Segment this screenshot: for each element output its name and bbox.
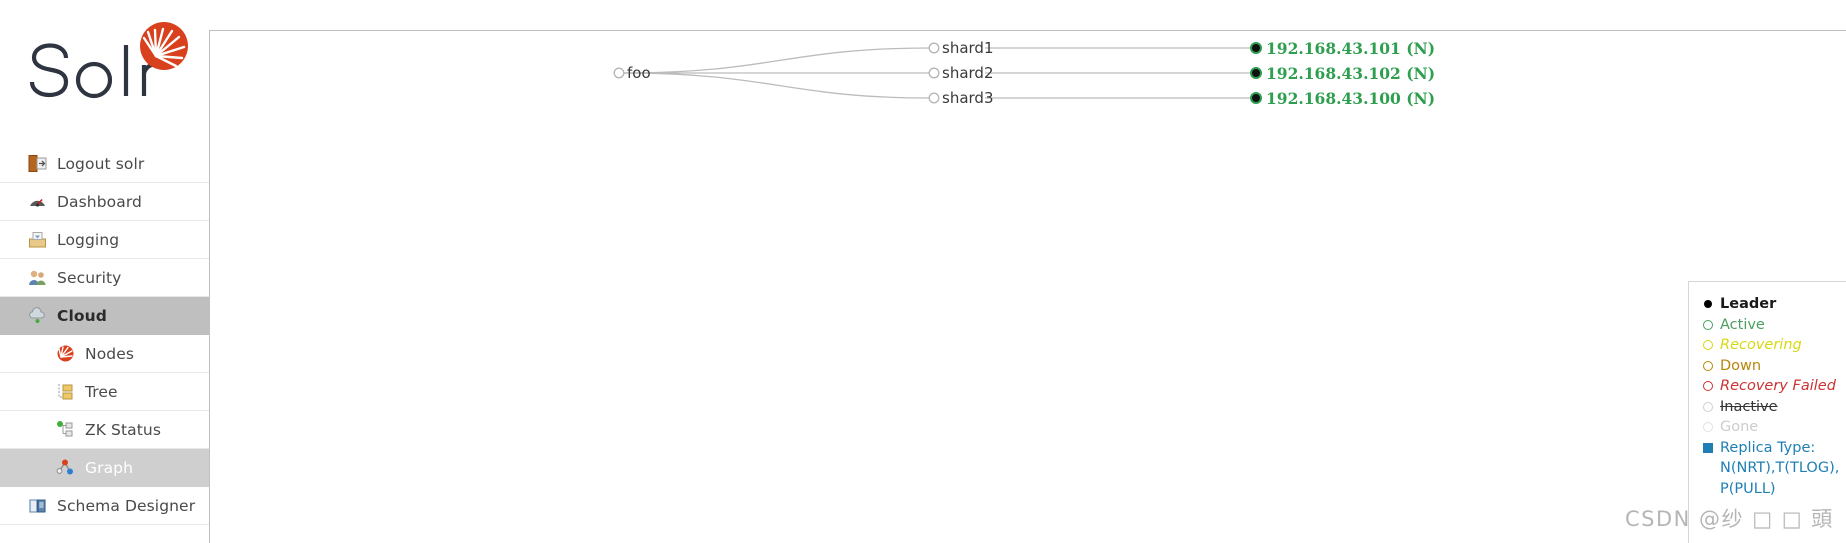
node-label: 192.168.43.100 (N) <box>1266 89 1435 108</box>
legend-row-gone: Gone <box>1701 417 1846 438</box>
sidebar-item-nodes[interactable]: Nodes <box>0 335 209 373</box>
cloud-icon <box>27 305 48 326</box>
sidebar-item-logging[interactable]: Logging <box>0 221 209 259</box>
sidebar-item-label: Dashboard <box>57 192 142 211</box>
leader-dot-icon <box>1701 294 1715 315</box>
graph-node-collection[interactable]: foo <box>613 64 651 82</box>
graph-panel: foo shard1 shard2 shard3 192.168.43.101 … <box>209 30 1846 543</box>
solr-sunburst-icon <box>140 22 188 70</box>
legend-row-inactive: Inactive <box>1701 397 1846 418</box>
legend-label: Inactive <box>1720 398 1778 415</box>
link-foo-shard3 <box>623 72 930 99</box>
graph-node-replica-1[interactable]: 192.168.43.101 (N) <box>1250 39 1435 58</box>
legend-label-line2: N(NRT),T(TLOG), <box>1720 460 1840 476</box>
active-ring-icon <box>1701 315 1715 336</box>
logout-icon <box>27 153 48 174</box>
graph-node-shard3[interactable]: shard3 <box>928 89 993 107</box>
node-label: shard3 <box>942 89 993 107</box>
node-label: 192.168.43.101 (N) <box>1266 39 1435 58</box>
legend-row-leader: Leader <box>1701 294 1846 315</box>
legend-row-replica-type: Replica Type: N(NRT),T(TLOG), P(PULL) <box>1701 438 1846 500</box>
sidebar-nav: Logout solr Dashboard Logging Security C… <box>0 145 209 525</box>
sidebar-item-label: Cloud <box>57 306 107 325</box>
sidebar-item-label: Logout solr <box>57 154 145 173</box>
sidebar-item-security[interactable]: Security <box>0 259 209 297</box>
solr-logo[interactable] <box>22 18 197 110</box>
legend-label: Leader <box>1720 296 1777 312</box>
graph-node-shard2[interactable]: shard2 <box>928 64 993 82</box>
legend-row-recovering: Recovering <box>1701 335 1846 356</box>
sidebar-item-label: ZK Status <box>85 420 162 439</box>
sidebar-item-logout-solr[interactable]: Logout solr <box>0 145 209 183</box>
legend-label: Active <box>1720 316 1765 333</box>
graph-legend: Leader Active Recovering Down Recovery F… <box>1688 281 1846 543</box>
node-circle[interactable] <box>928 92 940 104</box>
graph-icon <box>55 457 76 478</box>
node-circle[interactable] <box>613 67 625 79</box>
solr-admin-page: Logout solr Dashboard Logging Security C… <box>0 0 1846 543</box>
graph-node-replica-3[interactable]: 192.168.43.100 (N) <box>1250 89 1435 108</box>
legend-label: Recovering <box>1720 337 1802 353</box>
graph-node-shard1[interactable]: shard1 <box>928 39 993 57</box>
node-label: foo <box>627 64 651 82</box>
legend-label: Down <box>1720 357 1762 374</box>
sidebar-item-dashboard[interactable]: Dashboard <box>0 183 209 221</box>
gone-ring-icon <box>1701 417 1715 438</box>
legend-label-line3: P(PULL) <box>1720 480 1776 497</box>
sidebar-item-label: Graph <box>85 458 134 477</box>
replica-type-square-icon <box>1701 438 1715 459</box>
sidebar-item-zk-status[interactable]: ZK Status <box>0 411 209 449</box>
recovery-failed-ring-icon <box>1701 376 1715 397</box>
zk-status-icon <box>55 419 76 440</box>
node-circle[interactable] <box>928 67 940 79</box>
down-ring-icon <box>1701 356 1715 377</box>
graph-node-replica-2[interactable]: 192.168.43.102 (N) <box>1250 64 1435 83</box>
node-circle[interactable] <box>928 42 940 54</box>
node-label: shard2 <box>942 64 993 82</box>
tree-icon <box>55 381 76 402</box>
node-circle[interactable] <box>1250 92 1262 104</box>
sidebar-item-schema-designer[interactable]: Schema Designer <box>0 487 209 525</box>
sidebar-item-graph[interactable]: Graph <box>0 449 209 487</box>
legend-row-down: Down <box>1701 356 1846 377</box>
security-icon <box>27 267 48 288</box>
legend-label: Gone <box>1720 419 1759 435</box>
cloud-graph[interactable]: foo shard1 shard2 shard3 192.168.43.101 … <box>210 31 1846 543</box>
inactive-ring-icon <box>1701 397 1715 418</box>
node-label: 192.168.43.102 (N) <box>1266 64 1435 83</box>
dashboard-icon <box>27 191 48 212</box>
legend-replica-text: Replica Type: N(NRT),T(TLOG), P(PULL) <box>1720 438 1839 500</box>
node-label: shard1 <box>942 39 993 57</box>
legend-label: Replica Type: <box>1720 439 1816 456</box>
node-circle[interactable] <box>1250 42 1262 54</box>
schema-designer-icon <box>27 495 48 516</box>
sidebar-item-cloud[interactable]: Cloud <box>0 297 209 335</box>
sidebar-item-label: Schema Designer <box>57 496 196 515</box>
sidebar-item-label: Logging <box>57 230 120 249</box>
solr-logo-svg <box>29 22 188 99</box>
sidebar: Logout solr Dashboard Logging Security C… <box>0 0 209 543</box>
legend-label: Recovery Failed <box>1720 378 1836 394</box>
node-circle[interactable] <box>1250 67 1262 79</box>
nodes-icon <box>55 343 76 364</box>
link-foo-shard1 <box>623 47 930 74</box>
sidebar-item-tree[interactable]: Tree <box>0 373 209 411</box>
legend-row-recovery-failed: Recovery Failed <box>1701 376 1846 397</box>
logging-icon <box>27 229 48 250</box>
sidebar-item-label: Tree <box>85 382 118 401</box>
recovering-ring-icon <box>1701 335 1715 356</box>
sidebar-item-label: Nodes <box>85 344 135 363</box>
legend-row-active: Active <box>1701 315 1846 336</box>
sidebar-item-label: Security <box>57 268 122 287</box>
